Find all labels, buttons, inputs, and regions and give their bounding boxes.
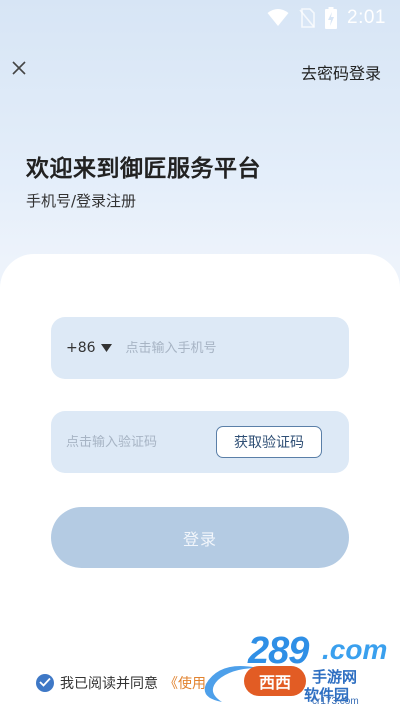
verification-code-input[interactable] [66,434,201,450]
code-field: 获取验证码 [51,411,349,473]
status-bar: 2:01 [0,0,400,36]
watermark-badge: 西西 [244,666,306,696]
watermark-domain: .com [322,634,388,665]
check-icon [39,675,51,691]
watermark-logo: 289 .com 西西 手游网 软件园 cr173.com [200,628,400,710]
close-icon [12,60,26,79]
watermark-url: cr173.com [312,696,359,707]
login-button[interactable]: 登录 [51,507,349,568]
battery-charging-icon [325,7,338,29]
no-sim-icon [299,8,315,28]
chevron-down-icon [100,340,112,356]
agreement-checkbox[interactable] [36,674,54,692]
password-login-link[interactable]: 去密码登录 [301,60,381,84]
close-button[interactable] [8,58,30,80]
country-code-selector[interactable]: +86 [66,340,112,356]
status-time: 2:01 [347,7,386,28]
phone-field: +86 [51,317,349,379]
agreement-row: 我已阅读并同意 《使用 [36,673,206,693]
phone-input[interactable] [125,340,306,356]
page-subtitle: 手机号/登录注册 [26,192,137,210]
wifi-icon [267,9,289,27]
get-code-button[interactable]: 获取验证码 [216,426,322,458]
country-code-label: +86 [66,340,96,356]
page-title: 欢迎来到御匠服务平台 [26,156,261,182]
agreement-text: 我已阅读并同意 [60,676,158,692]
